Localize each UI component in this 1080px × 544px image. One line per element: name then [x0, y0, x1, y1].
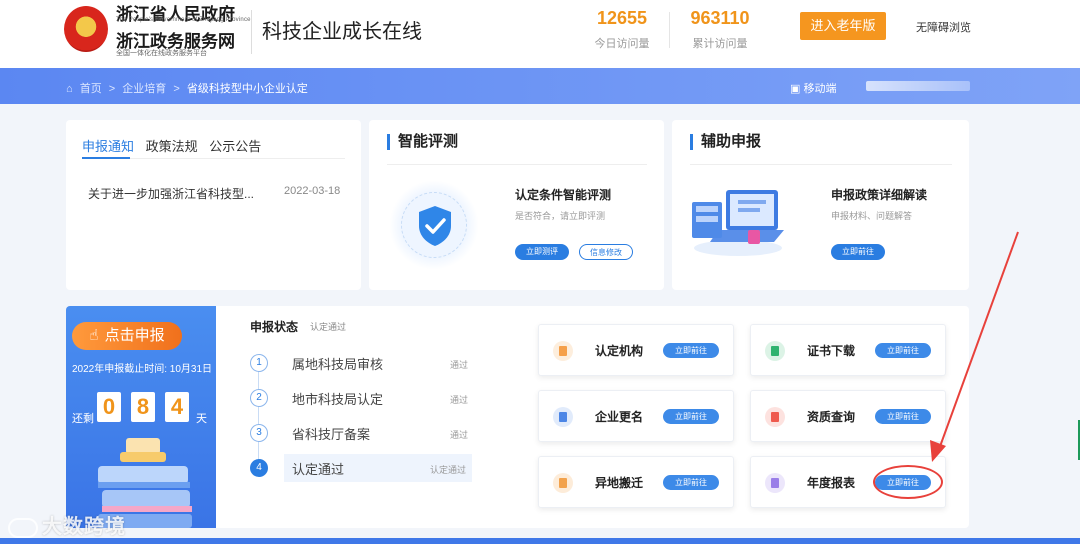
- annotation-arrow-icon: [930, 231, 1019, 462]
- watermark-text: 大数跨境: [42, 516, 126, 538]
- footer-strip: [0, 538, 1080, 544]
- watermark: 大数跨境: [8, 510, 126, 539]
- watermark-logo-icon: [8, 517, 38, 538]
